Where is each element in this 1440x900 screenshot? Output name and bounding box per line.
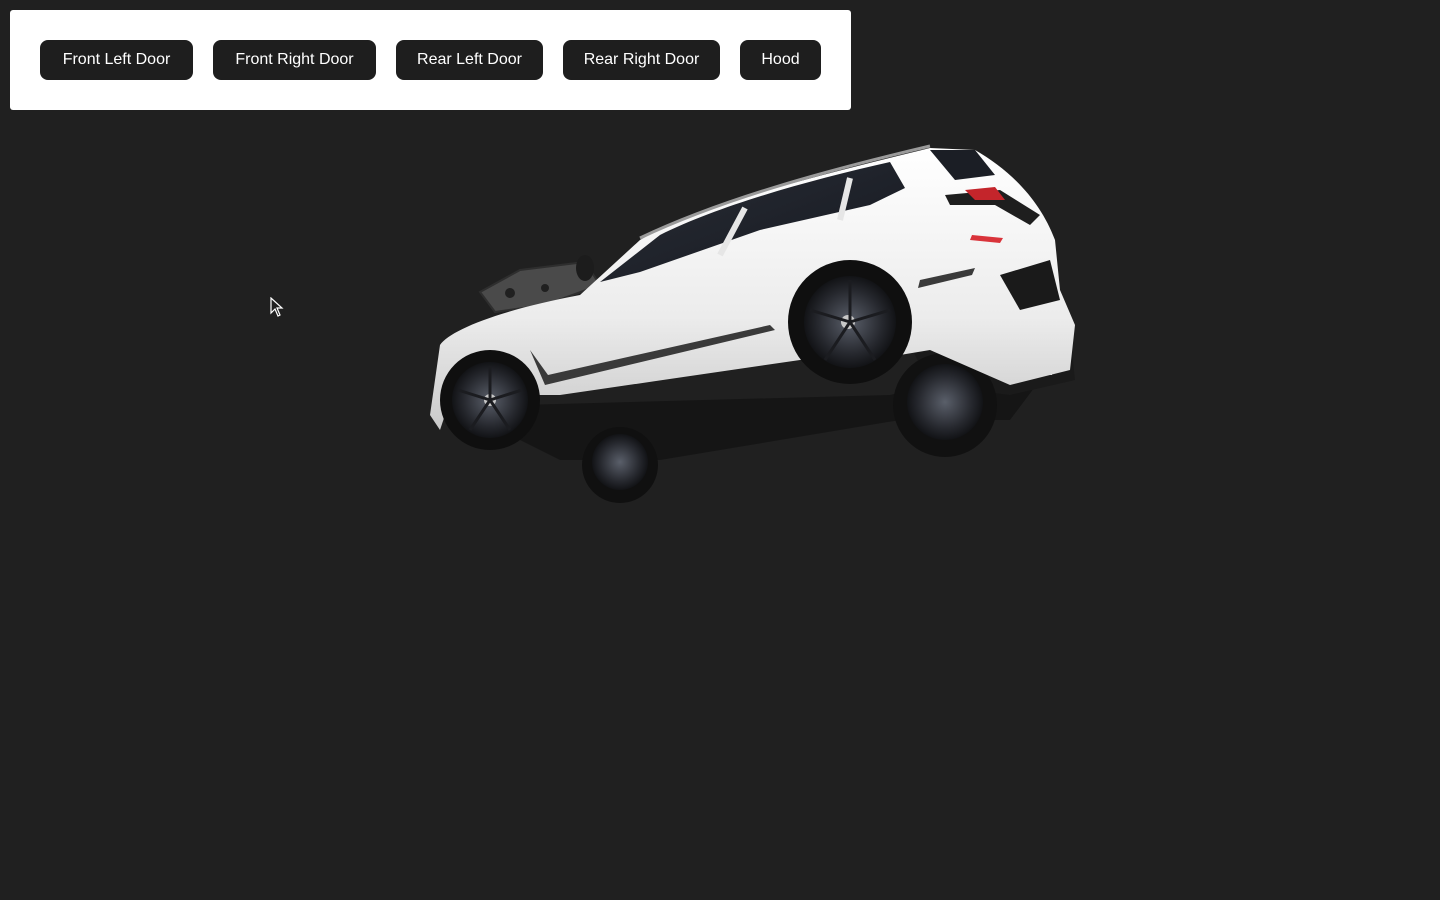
side-mirror <box>576 255 594 281</box>
arrow-cursor-icon <box>270 297 284 317</box>
rear-right-door-button[interactable]: Rear Right Door <box>563 40 720 80</box>
front-left-door-button[interactable]: Front Left Door <box>40 40 193 80</box>
wheel-rim <box>907 364 983 440</box>
suv-3d-model[interactable] <box>430 144 1075 503</box>
hood-hole <box>505 288 515 298</box>
3d-scene-canvas[interactable] <box>0 0 1440 900</box>
part-control-panel: Front Left Door Front Right Door Rear Le… <box>10 10 851 110</box>
front-right-door-button[interactable]: Front Right Door <box>213 40 376 80</box>
hood-button[interactable]: Hood <box>740 40 821 80</box>
viewer-viewport[interactable]: Front Left Door Front Right Door Rear Le… <box>0 0 1440 900</box>
wheel-rim <box>592 434 648 490</box>
rear-left-door-button[interactable]: Rear Left Door <box>396 40 543 80</box>
hood-hole <box>541 284 549 292</box>
